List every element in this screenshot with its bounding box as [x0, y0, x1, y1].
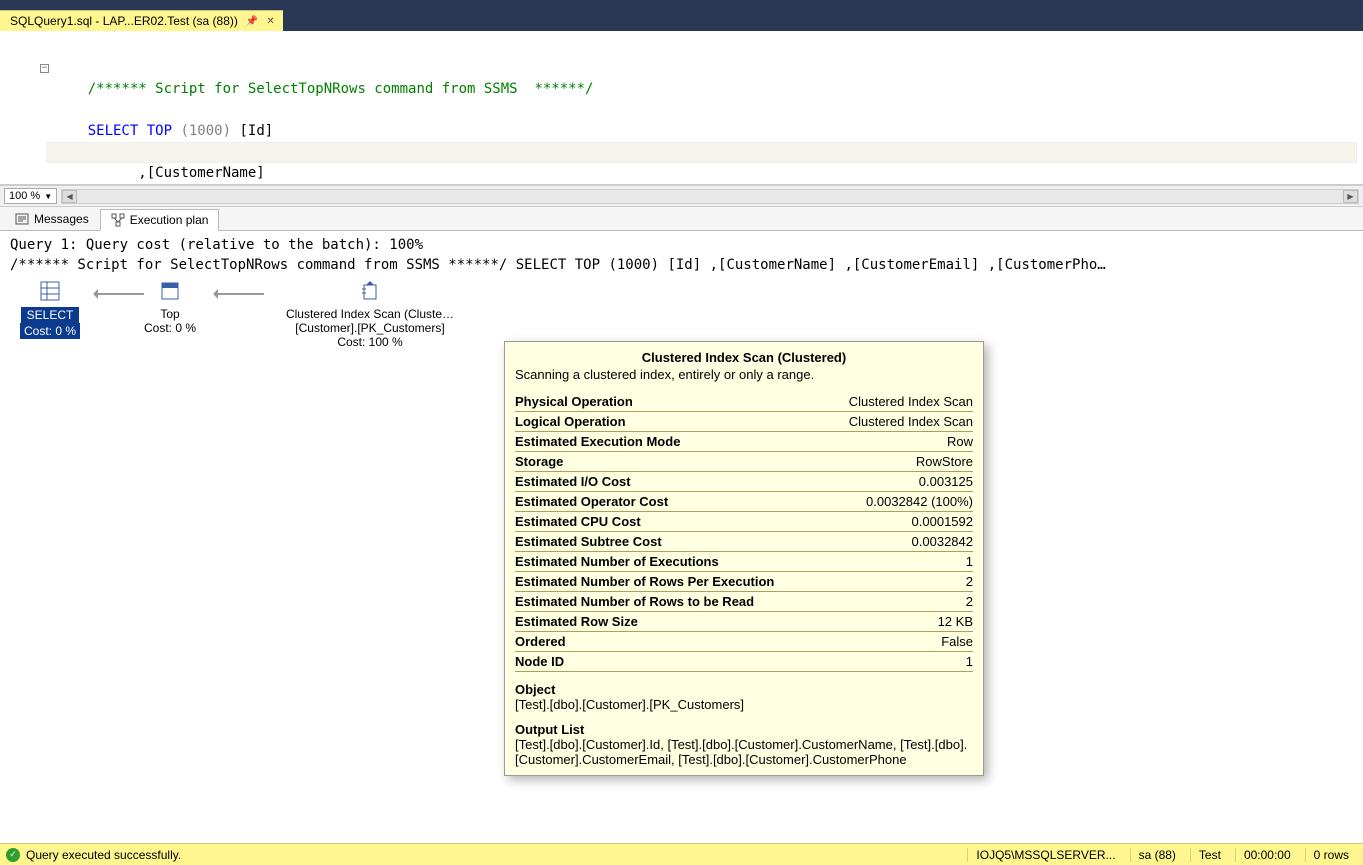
tab-plan-label: Execution plan	[130, 213, 209, 227]
plan-header-line2: /****** Script for SelectTopNRows comman…	[10, 255, 1353, 275]
tooltip-row: Estimated Row Size12 KB	[515, 612, 973, 632]
tooltip-row-value: 1	[825, 552, 973, 572]
tooltip-properties-table: Physical OperationClustered Index ScanLo…	[515, 392, 973, 672]
tooltip-object-heading: Object	[515, 682, 973, 697]
messages-icon	[15, 212, 29, 226]
tooltip-row-value: 2	[825, 592, 973, 612]
tooltip-output-heading: Output List	[515, 722, 973, 737]
tooltip-row: Estimated Number of Rows to be Read2	[515, 592, 973, 612]
status-rows: 0 rows	[1305, 848, 1357, 862]
plan-node-label: SELECT	[21, 307, 80, 323]
tooltip-row-key: Storage	[515, 452, 825, 472]
tab-messages-label: Messages	[34, 212, 89, 226]
tooltip-row-key: Estimated Subtree Cost	[515, 532, 825, 552]
tooltip-description: Scanning a clustered index, entirely or …	[515, 367, 973, 382]
tooltip-row-key: Physical Operation	[515, 392, 825, 412]
tooltip-row-key: Node ID	[515, 652, 825, 672]
tooltip-row: Physical OperationClustered Index Scan	[515, 392, 973, 412]
document-tab-active[interactable]: SQLQuery1.sql - LAP...ER02.Test (sa (88)…	[0, 10, 283, 31]
plan-node-label: Top	[130, 307, 210, 321]
tooltip-row-value: 12 KB	[825, 612, 973, 632]
tooltip-row: Estimated Execution ModeRow	[515, 432, 973, 452]
index-scan-icon	[358, 279, 382, 303]
tooltip-row: OrderedFalse	[515, 632, 973, 652]
close-icon[interactable]: ✕	[266, 16, 274, 27]
collapse-toggle-icon[interactable]: −	[40, 64, 49, 73]
status-message: Query executed successfully.	[26, 848, 181, 862]
plan-node-cost: Cost: 100 %	[250, 335, 490, 349]
status-db: Test	[1190, 848, 1229, 862]
title-bar-strip	[0, 0, 1363, 9]
status-server: IOJQ5\MSSQLSERVER...	[967, 848, 1123, 862]
select-icon	[38, 279, 62, 303]
tooltip-row-value: 0.003125	[825, 472, 973, 492]
plan-node-cost: Cost: 0 %	[130, 321, 210, 335]
top-icon	[158, 279, 182, 303]
status-bar: ✓ Query executed successfully. IOJQ5\MSS…	[0, 843, 1363, 865]
status-time: 00:00:00	[1235, 848, 1299, 862]
tooltip-row: Estimated Subtree Cost0.0032842	[515, 532, 973, 552]
tooltip-row: StorageRowStore	[515, 452, 973, 472]
pin-icon[interactable]: 📌	[246, 16, 258, 27]
tooltip-row: Estimated Operator Cost0.0032842 (100%)	[515, 492, 973, 512]
tooltip-row-key: Estimated Row Size	[515, 612, 825, 632]
tooltip-row-value: 2	[825, 572, 973, 592]
result-tab-strip: Messages Execution plan	[0, 207, 1363, 231]
tab-title: SQLQuery1.sql - LAP...ER02.Test (sa (88)…	[10, 14, 238, 28]
tooltip-row-key: Estimated I/O Cost	[515, 472, 825, 492]
tooltip-object-value: [Test].[dbo].[Customer].[PK_Customers]	[515, 697, 973, 712]
tooltip-row: Estimated Number of Executions1	[515, 552, 973, 572]
tooltip-row: Estimated Number of Rows Per Execution2	[515, 572, 973, 592]
tooltip-row-value: Clustered Index Scan	[825, 412, 973, 432]
tooltip-row: Node ID1	[515, 652, 973, 672]
success-icon: ✓	[6, 848, 20, 862]
tooltip-row-key: Estimated Number of Rows to be Read	[515, 592, 825, 612]
plan-node-label: Clustered Index Scan (Cluste…	[250, 307, 490, 321]
tooltip-row-value: 1	[825, 652, 973, 672]
sql-editor[interactable]: − /****** Script for SelectTopNRows comm…	[0, 31, 1363, 185]
tooltip-row: Estimated CPU Cost0.0001592	[515, 512, 973, 532]
tooltip-row-key: Estimated Number of Executions	[515, 552, 825, 572]
plan-header-line1: Query 1: Query cost (relative to the bat…	[10, 235, 1353, 255]
scroll-right-icon[interactable]: ▶	[1343, 190, 1358, 203]
editor-zoom-bar: 100 % ▼ ◀ ▶	[0, 185, 1363, 207]
tooltip-row: Estimated I/O Cost0.003125	[515, 472, 973, 492]
status-user: sa (88)	[1130, 848, 1184, 862]
tab-messages[interactable]: Messages	[4, 208, 100, 230]
sql-comment: /****** Script for SelectTopNRows comman…	[88, 81, 594, 97]
sql-col: ,[CustomerName]	[88, 165, 265, 181]
document-tab-strip: SQLQuery1.sql - LAP...ER02.Test (sa (88)…	[0, 9, 1363, 31]
chevron-down-icon: ▼	[44, 192, 52, 201]
tooltip-row-key: Ordered	[515, 632, 825, 652]
zoom-value: 100 %	[9, 190, 40, 202]
tooltip-row-value: Clustered Index Scan	[825, 392, 973, 412]
tooltip-row-key: Estimated Execution Mode	[515, 432, 825, 452]
tooltip-title: Clustered Index Scan (Clustered)	[515, 350, 973, 365]
tab-execution-plan[interactable]: Execution plan	[100, 209, 220, 231]
tooltip-row-key: Logical Operation	[515, 412, 825, 432]
plan-tooltip: Clustered Index Scan (Clustered) Scannin…	[504, 341, 984, 776]
zoom-dropdown[interactable]: 100 % ▼	[4, 188, 57, 204]
tooltip-row-value: 0.0032842 (100%)	[825, 492, 973, 512]
tooltip-row-value: Row	[825, 432, 973, 452]
tooltip-output-value: [Test].[dbo].[Customer].Id, [Test].[dbo]…	[515, 737, 973, 767]
sql-keyword: SELECT	[88, 123, 147, 139]
tooltip-row-value: False	[825, 632, 973, 652]
scroll-left-icon[interactable]: ◀	[62, 190, 77, 203]
tooltip-row-key: Estimated CPU Cost	[515, 512, 825, 532]
plan-node-top[interactable]: Top Cost: 0 %	[130, 279, 210, 335]
tooltip-row-value: RowStore	[825, 452, 973, 472]
tooltip-row-key: Estimated Operator Cost	[515, 492, 825, 512]
tooltip-row: Logical OperationClustered Index Scan	[515, 412, 973, 432]
plan-node-cost: Cost: 0 %	[20, 323, 80, 339]
tooltip-row-key: Estimated Number of Rows Per Execution	[515, 572, 825, 592]
plan-node-index-scan[interactable]: Clustered Index Scan (Cluste… [Customer]…	[250, 279, 490, 349]
tooltip-row-value: 0.0032842	[825, 532, 973, 552]
editor-h-scrollbar[interactable]: ◀ ▶	[61, 189, 1359, 204]
plan-node-select[interactable]: SELECT Cost: 0 %	[10, 279, 90, 339]
plan-icon	[111, 213, 125, 227]
tooltip-row-value: 0.0001592	[825, 512, 973, 532]
plan-node-sub: [Customer].[PK_Customers]	[250, 321, 490, 335]
